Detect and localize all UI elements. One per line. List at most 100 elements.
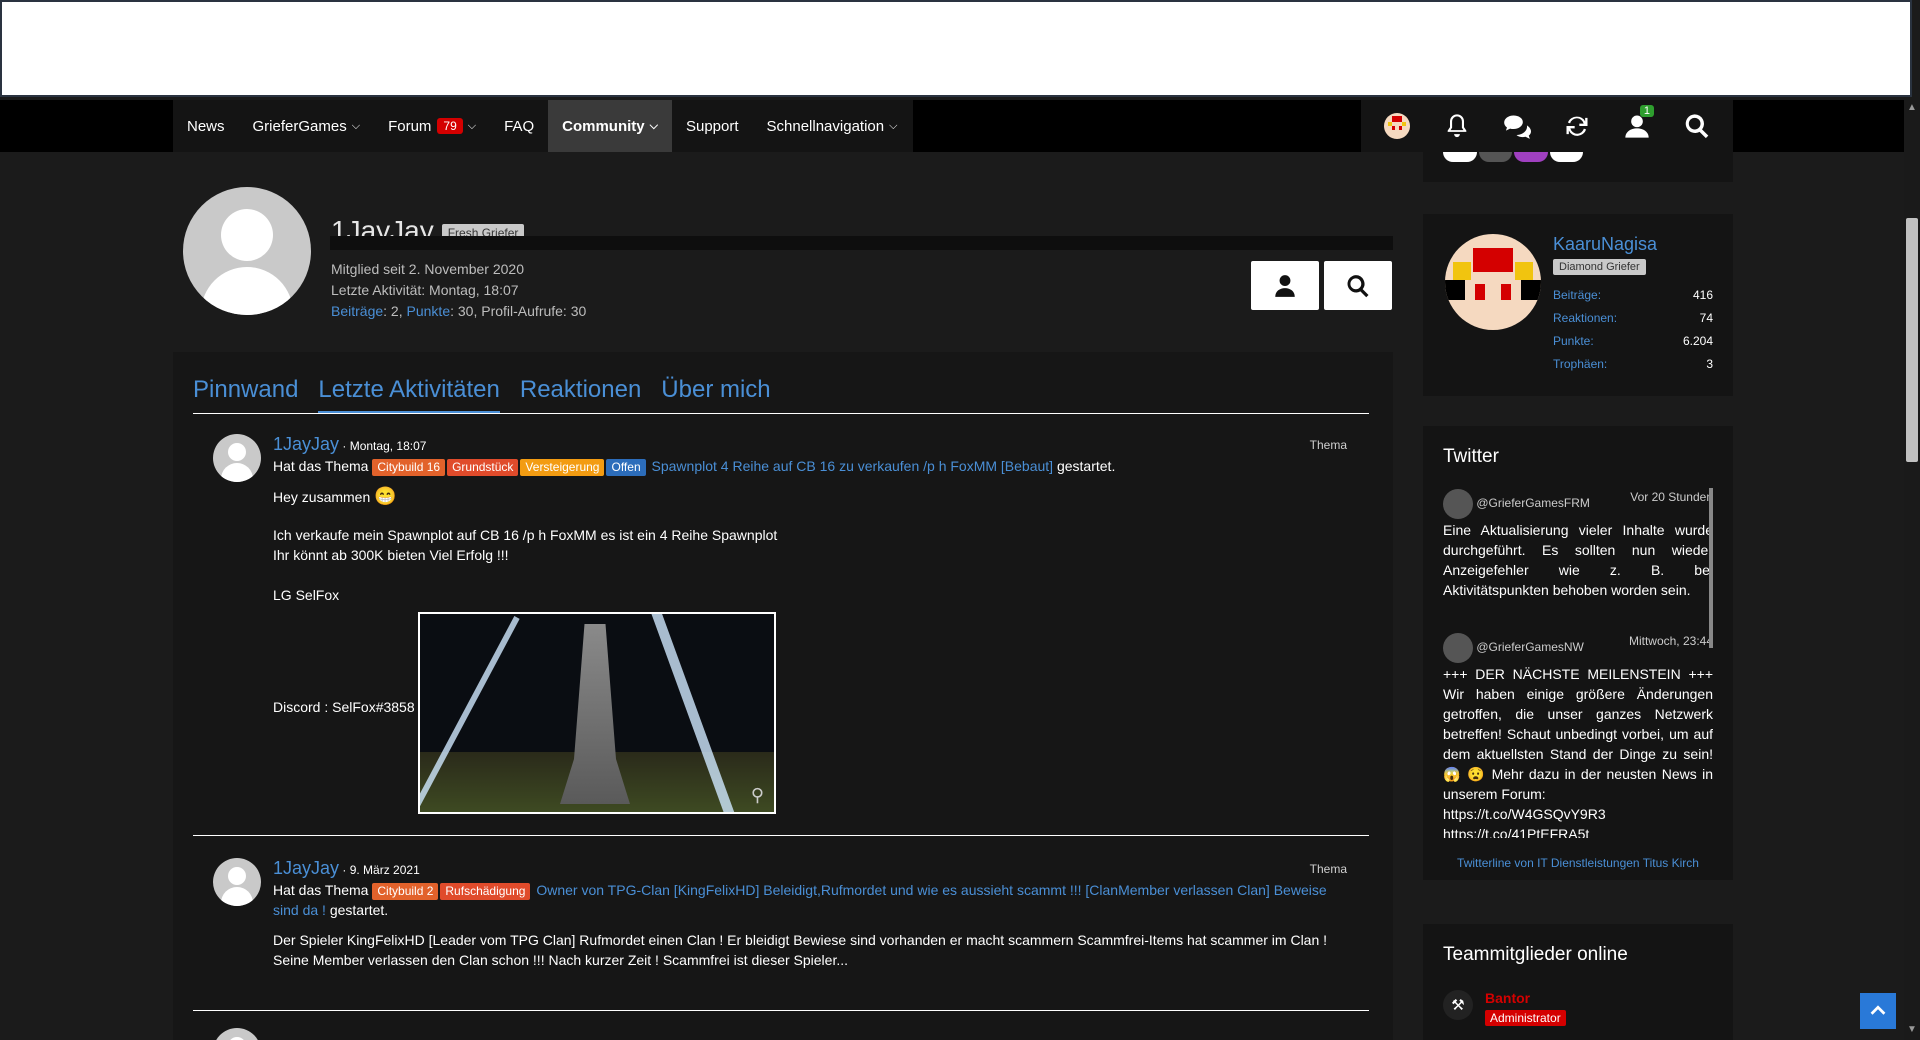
points-value: : 30, Profil-Aufrufe: 30 [450,303,587,319]
thread-link[interactable]: Spawnplot 4 Reihe auf CB 16 zu verkaufen… [652,458,1054,474]
tweet-text: +++ DER NÄCHSTE MEILENSTEIN +++ Wir habe… [1443,666,1713,802]
post-username[interactable]: 1JayJay [273,434,339,454]
post-avatar[interactable] [213,858,261,906]
posts-link[interactable]: Beiträge [331,303,383,319]
activity-body: 1JayJay · 9. März 2021 Hat das Thema Cit… [273,858,1353,970]
nav-item-faq[interactable]: FAQ [490,100,548,152]
profile-search-button[interactable] [1324,261,1392,310]
tweet-time: Mittwoch, 23:44 [1628,634,1713,648]
label-versteigerung[interactable]: Versteigerung [520,458,605,476]
sidebar-box-top [1423,152,1733,182]
sidebar-twitter: Twitter @GrieferGamesFRM Vor 20 Stunden … [1423,426,1733,880]
label-offen[interactable]: Offen [606,458,646,476]
scrollbar-thumb[interactable] [1906,218,1918,462]
nav-label: Forum [388,117,432,135]
tab-ueber-mich[interactable]: Über mich [661,376,770,413]
nav-label: Schnellnavigation [766,117,885,135]
notifications-button[interactable] [1438,107,1476,145]
scroll-down-arrow[interactable]: ▼ [1906,1024,1918,1038]
avatar[interactable] [1478,152,1512,162]
profile-stats: Beiträge: 2, Punkte: 30, Profil-Aufrufe:… [331,303,586,319]
tweet-handle[interactable]: @GrieferGamesFRM [1476,496,1590,510]
post-image-thumbnail[interactable]: ⚲ [418,612,776,814]
label-grundstueck[interactable]: Grundstück [447,458,519,476]
twitter-scrollbar[interactable] [1709,488,1713,648]
nav-item-griefergames[interactable]: GrieferGames ⌵ [239,100,375,152]
divider [193,1010,1369,1011]
twitter-avatar[interactable] [1443,633,1473,663]
last-activity: Letzte Aktivität: Montag, 18:07 [331,282,519,298]
conversations-button[interactable] [1498,107,1536,145]
nav-item-news[interactable]: News [173,100,239,152]
post-avatar[interactable] [213,1028,261,1040]
post-avatar[interactable] [213,434,261,482]
stat-value: 3 [1706,357,1713,371]
profile-avatar [183,187,311,315]
scroll-up-arrow[interactable]: ▲ [1906,102,1918,116]
tab-letzte-aktivitaeten[interactable]: Letzte Aktivitäten [318,376,500,413]
nav-label: FAQ [504,117,535,135]
friends-badge: 1 [1639,105,1654,117]
stat-row: Trophäen: 3 [1553,357,1713,371]
top-user-name[interactable]: KaaruNagisa [1553,234,1657,255]
sidebar-team-online: Teammitglieder online ⚒ Bantor Administr… [1423,924,1733,1040]
follow-button[interactable] [1251,261,1319,310]
tweet-handle[interactable]: @GrieferGamesNW [1476,640,1584,654]
label-citybuild[interactable]: Citybuild 2 [372,882,439,900]
twitter-title: Twitter [1443,446,1499,467]
team-member-name[interactable]: Bantor [1485,990,1530,1006]
twitter-avatar[interactable] [1443,489,1473,519]
tweet-time: Vor 20 Stunden [1630,490,1713,504]
refresh-icon [1566,116,1588,136]
top-user-avatar[interactable] [1445,234,1541,330]
team-member-avatar[interactable]: ⚒ [1443,990,1473,1020]
nav-item-forum[interactable]: Forum 79 ⌵ [374,100,490,152]
chat-bubbles-icon [1504,115,1531,139]
avatar[interactable] [1549,152,1583,162]
stat-label[interactable]: Trophäen: [1553,357,1607,371]
stat-label[interactable]: Beiträge: [1553,288,1601,302]
nav-label: Support [685,117,739,135]
avatar[interactable] [1443,152,1477,162]
chevron-down-icon: ⌵ [889,119,898,132]
chevron-down-icon: ⌵ [467,119,477,132]
stat-label[interactable]: Reaktionen: [1553,311,1617,325]
activity-item: Thema 1JayJay · Montag, 18:07 Hat das Th… [193,434,1369,814]
tweet-link[interactable]: https://t.co/41PtEFRA5t [1443,824,1713,838]
tab-reaktionen[interactable]: Reaktionen [520,376,641,413]
zoom-icon: ⚲ [750,785,764,805]
user-avatar-button[interactable] [1378,107,1416,145]
activity-prefix: Hat das Thema [273,882,373,898]
header-divider [330,236,1393,250]
twitter-footer-link[interactable]: Twitterline von IT Dienstleistungen Titu… [1423,856,1733,870]
search-button[interactable] [1678,107,1716,145]
activity-item: Thema 1JayJay · 9. März 2021 Hat das The… [193,858,1369,1008]
tweet-text: Eine Aktualisierung vieler Inhalte wurde… [1443,522,1713,598]
twitter-feed[interactable]: @GrieferGamesFRM Vor 20 Stunden Eine Akt… [1443,488,1713,838]
post-date: · 9. März 2021 [339,863,420,877]
nav-item-community[interactable]: Community ⌵ [548,100,672,152]
nav-label: Community [562,117,645,135]
activity-suffix: gestartet. [325,902,389,918]
back-to-top-button[interactable] [1860,993,1896,1029]
tweet-link[interactable]: https://t.co/W4GSQvY9R3 [1443,804,1713,824]
friends-button[interactable]: 1 [1618,105,1656,145]
label-citybuild[interactable]: Citybuild 16 [372,458,446,476]
chevron-up-icon [1870,1005,1886,1015]
nav-item-schnellnavigation[interactable]: Schnellnavigation ⌵ [753,100,912,152]
refresh-button[interactable] [1558,107,1596,145]
nav-item-support[interactable]: Support [672,100,753,152]
points-link[interactable]: Punkte [407,303,451,319]
avatar-strip [1443,152,1583,162]
post-line: Der Spieler KingFelixHD [Leader vom TPG … [273,932,1328,948]
label-rufschaedigung[interactable]: Rufschädigung [440,882,531,900]
tweet: @GrieferGamesNW Mittwoch, 23:44 +++ DER … [1443,632,1713,838]
avatar[interactable] [1514,152,1548,162]
user-panel: 1 [1361,100,1733,152]
tab-pinnwand[interactable]: Pinnwand [193,376,298,413]
post-username[interactable]: 1JayJay [273,858,339,878]
forum-badge: 79 [437,118,463,134]
stat-label[interactable]: Punkte: [1553,334,1594,348]
rank-badge: Diamond Griefer [1553,259,1646,276]
top-banner [0,0,1912,97]
